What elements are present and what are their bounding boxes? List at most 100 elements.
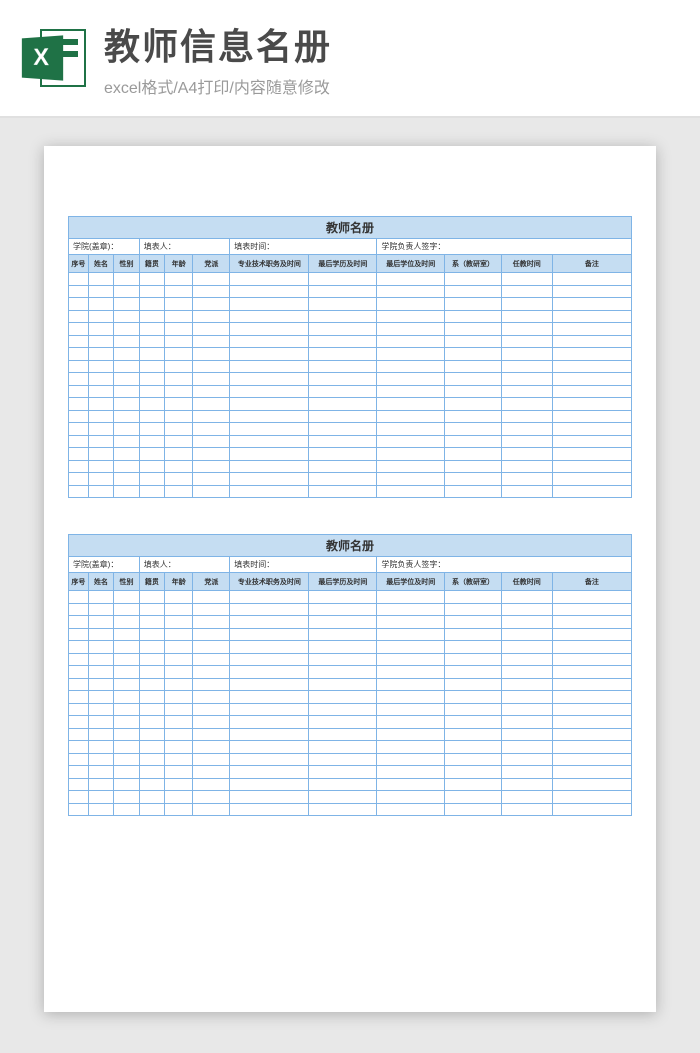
cell[interactable] [114, 703, 139, 716]
cell[interactable] [445, 398, 502, 411]
cell[interactable] [165, 616, 193, 629]
cell[interactable] [377, 398, 445, 411]
cell[interactable] [501, 591, 552, 604]
cell[interactable] [309, 298, 377, 311]
cell[interactable] [230, 753, 309, 766]
cell[interactable] [552, 628, 631, 641]
cell[interactable] [165, 398, 193, 411]
cell[interactable] [552, 653, 631, 666]
cell[interactable] [193, 678, 230, 691]
cell[interactable] [139, 741, 164, 754]
cell[interactable] [69, 753, 89, 766]
cell[interactable] [69, 678, 89, 691]
cell[interactable] [377, 473, 445, 486]
cell[interactable] [552, 678, 631, 691]
cell[interactable] [114, 473, 139, 486]
cell[interactable] [88, 273, 113, 286]
cell[interactable] [309, 753, 377, 766]
cell[interactable] [309, 603, 377, 616]
cell[interactable] [139, 473, 164, 486]
cell[interactable] [445, 778, 502, 791]
cell[interactable] [114, 423, 139, 436]
cell[interactable] [501, 310, 552, 323]
cell[interactable] [230, 485, 309, 498]
cell[interactable] [445, 766, 502, 779]
cell[interactable] [165, 691, 193, 704]
cell[interactable] [69, 285, 89, 298]
cell[interactable] [552, 778, 631, 791]
cell[interactable] [445, 803, 502, 816]
cell[interactable] [193, 716, 230, 729]
cell[interactable] [139, 398, 164, 411]
cell[interactable] [377, 653, 445, 666]
cell[interactable] [165, 373, 193, 386]
cell[interactable] [377, 803, 445, 816]
cell[interactable] [114, 310, 139, 323]
cell[interactable] [114, 803, 139, 816]
cell[interactable] [501, 435, 552, 448]
cell[interactable] [69, 778, 89, 791]
cell[interactable] [552, 603, 631, 616]
cell[interactable] [309, 373, 377, 386]
cell[interactable] [230, 778, 309, 791]
cell[interactable] [230, 641, 309, 654]
cell[interactable] [445, 298, 502, 311]
cell[interactable] [309, 678, 377, 691]
cell[interactable] [501, 653, 552, 666]
cell[interactable] [377, 766, 445, 779]
cell[interactable] [165, 360, 193, 373]
cell[interactable] [88, 791, 113, 804]
cell[interactable] [552, 616, 631, 629]
cell[interactable] [114, 778, 139, 791]
cell[interactable] [69, 741, 89, 754]
cell[interactable] [309, 628, 377, 641]
cell[interactable] [552, 728, 631, 741]
cell[interactable] [69, 791, 89, 804]
cell[interactable] [165, 591, 193, 604]
cell[interactable] [114, 591, 139, 604]
cell[interactable] [377, 791, 445, 804]
cell[interactable] [88, 803, 113, 816]
cell[interactable] [445, 423, 502, 436]
cell[interactable] [309, 791, 377, 804]
cell[interactable] [88, 398, 113, 411]
cell[interactable] [114, 398, 139, 411]
cell[interactable] [165, 766, 193, 779]
cell[interactable] [552, 485, 631, 498]
cell[interactable] [69, 473, 89, 486]
cell[interactable] [501, 803, 552, 816]
cell[interactable] [309, 410, 377, 423]
cell[interactable] [377, 360, 445, 373]
cell[interactable] [309, 323, 377, 336]
cell[interactable] [230, 373, 309, 386]
cell[interactable] [377, 703, 445, 716]
cell[interactable] [114, 616, 139, 629]
cell[interactable] [230, 410, 309, 423]
cell[interactable] [139, 616, 164, 629]
cell[interactable] [193, 603, 230, 616]
cell[interactable] [88, 460, 113, 473]
cell[interactable] [69, 716, 89, 729]
cell[interactable] [165, 666, 193, 679]
cell[interactable] [501, 603, 552, 616]
cell[interactable] [193, 335, 230, 348]
cell[interactable] [230, 591, 309, 604]
cell[interactable] [165, 653, 193, 666]
cell[interactable] [552, 423, 631, 436]
cell[interactable] [165, 410, 193, 423]
cell[interactable] [139, 448, 164, 461]
cell[interactable] [501, 728, 552, 741]
cell[interactable] [165, 348, 193, 361]
cell[interactable] [377, 741, 445, 754]
cell[interactable] [139, 273, 164, 286]
cell[interactable] [165, 285, 193, 298]
cell[interactable] [193, 348, 230, 361]
cell[interactable] [552, 766, 631, 779]
cell[interactable] [193, 766, 230, 779]
cell[interactable] [501, 323, 552, 336]
cell[interactable] [193, 591, 230, 604]
cell[interactable] [114, 628, 139, 641]
cell[interactable] [309, 803, 377, 816]
cell[interactable] [501, 335, 552, 348]
cell[interactable] [230, 741, 309, 754]
